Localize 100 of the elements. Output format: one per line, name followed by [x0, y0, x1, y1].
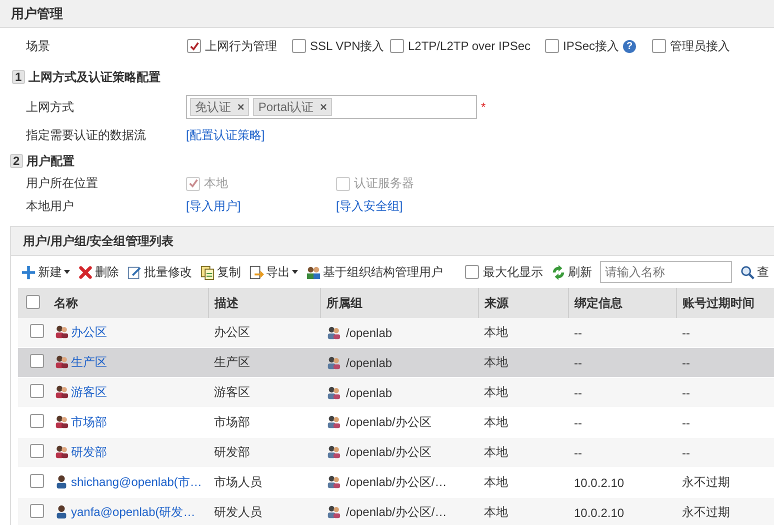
name-link[interactable]: 市场部 [71, 415, 107, 429]
column-header[interactable]: 所属组 [320, 288, 478, 318]
name-link[interactable]: 游客区 [71, 385, 107, 399]
table-cell: 本地 [478, 378, 568, 408]
copy-icon [200, 264, 215, 280]
column-header[interactable]: 名称 [48, 288, 208, 318]
user-group-icon [326, 414, 341, 429]
row-checkbox[interactable] [30, 444, 44, 458]
toolbar-button[interactable]: 基于组织结构管理用户 [306, 264, 443, 280]
name-link[interactable]: shichang@openlab(市… [71, 475, 202, 489]
name-link[interactable]: 生产区 [71, 355, 107, 369]
table-row[interactable]: 游客区 游客区 /openlab 本地 -- -- [18, 378, 774, 408]
option-label: 上网行为管理 [205, 38, 277, 54]
toolbar-button[interactable]: 删除 [78, 264, 119, 280]
row-checkbox[interactable] [30, 354, 44, 368]
import-link[interactable]: [导入安全组] [336, 198, 403, 215]
table-cell: /openlab/办公区/… [346, 475, 447, 489]
toolbar-button[interactable]: 新建 [21, 264, 70, 280]
column-header[interactable]: 来源 [478, 288, 568, 318]
table-cell: 办公区 [208, 318, 320, 348]
page-title: 用户管理 [11, 4, 63, 22]
table-row[interactable]: 生产区 生产区 /openlab 本地 -- -- [18, 348, 774, 378]
option-label: 最大化显示 [483, 264, 543, 280]
checkbox[interactable] [652, 39, 666, 53]
table-cell: 本地 [478, 438, 568, 468]
user-group-icon [54, 354, 69, 369]
table-row[interactable]: 研发部 研发部 /openlab/办公区 本地 -- -- [18, 438, 774, 468]
user-group-icon [326, 385, 341, 400]
column-header[interactable]: 账号过期时间 [676, 288, 774, 318]
tag: 免认证 × [190, 98, 250, 116]
table-row[interactable]: 办公区 办公区 /openlab 本地 -- -- [18, 318, 774, 348]
table-cell: /openlab [346, 386, 392, 400]
table-cell: /openlab [346, 356, 392, 370]
users-icon [306, 264, 321, 280]
user-group-icon [326, 444, 341, 459]
checkbox[interactable] [336, 176, 350, 190]
tag: Portal认证 × [253, 98, 332, 116]
table-cell: 永不过期 [676, 498, 774, 525]
export-icon [249, 264, 264, 280]
name-link[interactable]: 办公区 [71, 325, 107, 339]
toolbar-button[interactable]: 导出 [249, 264, 298, 280]
checkbox[interactable] [187, 39, 201, 53]
table-cell: /openlab/办公区 [346, 445, 432, 459]
help-icon[interactable]: ? [623, 40, 636, 52]
caret-icon [292, 270, 298, 274]
option-label: L2TP/L2TP over IPSec [408, 39, 531, 53]
option-label: SSL VPN接入 [310, 38, 384, 54]
user-group-icon [326, 474, 341, 489]
user-group-icon [54, 384, 69, 399]
table-cell: -- [676, 318, 774, 348]
field-label: 用户所在位置 [26, 175, 99, 192]
row-checkbox[interactable] [30, 324, 44, 338]
remove-tag-button[interactable]: × [237, 100, 244, 114]
tag-field[interactable]: 免认证 × Portal认证 × [186, 95, 477, 119]
name-link[interactable]: 研发部 [71, 445, 107, 459]
step-number: 2 [10, 154, 23, 168]
checkbox[interactable] [186, 176, 200, 190]
user-group-icon [54, 414, 69, 429]
toolbar-button[interactable]: 复制 [200, 264, 241, 280]
query-button[interactable]: 查 [740, 264, 769, 280]
checkbox[interactable] [390, 39, 404, 53]
checkbox[interactable] [292, 39, 306, 53]
row-checkbox[interactable] [30, 474, 44, 488]
table-cell: /openlab [346, 326, 392, 340]
checkbox[interactable] [545, 39, 559, 53]
column-header[interactable]: 绑定信息 [568, 288, 676, 318]
table-cell: 生产区 [208, 348, 320, 378]
row-checkbox[interactable] [30, 414, 44, 428]
remove-tag-button[interactable]: × [320, 100, 328, 114]
table-cell: -- [676, 378, 774, 408]
table-row[interactable]: yanfa@openlab(研发… 研发人员 /openlab/办公区/… 本地 10.0.2.10 永不过期 [18, 498, 774, 525]
table-cell: 游客区 [208, 378, 320, 408]
checkbox[interactable] [465, 265, 479, 279]
table-cell: 研发人员 [208, 498, 320, 525]
section-title: 上网方式及认证策略配置 [28, 68, 161, 86]
table-cell: 本地 [478, 348, 568, 378]
user-icon [54, 504, 69, 519]
table-cell: 10.0.2.10 [568, 498, 676, 525]
select-all-checkbox[interactable] [26, 294, 40, 308]
table-cell: /openlab/办公区 [346, 415, 432, 429]
row-checkbox[interactable] [30, 384, 44, 398]
row-checkbox[interactable] [30, 504, 44, 518]
user-group-icon [326, 325, 341, 340]
import-link[interactable]: [导入用户] [186, 198, 336, 215]
column-header[interactable]: 描述 [208, 288, 320, 318]
search-field[interactable]: 请输入名称 [600, 261, 732, 283]
delete-icon [78, 264, 93, 280]
table-cell: -- [568, 378, 676, 408]
table-cell: /openlab/办公区/… [346, 505, 447, 519]
table-cell: -- [676, 438, 774, 468]
toolbar-button[interactable]: 批量修改 [127, 264, 192, 280]
option-label: 认证服务器 [354, 175, 414, 192]
refresh-icon [551, 264, 566, 280]
table-cell: -- [568, 318, 676, 348]
refresh-button[interactable]: 刷新 [551, 264, 592, 280]
table-cell: -- [568, 438, 676, 468]
configure-policy-link[interactable]: [配置认证策略] [186, 126, 265, 144]
user-group-icon [54, 444, 69, 459]
user-icon [54, 474, 69, 489]
option-label: 管理员接入 [670, 38, 730, 54]
